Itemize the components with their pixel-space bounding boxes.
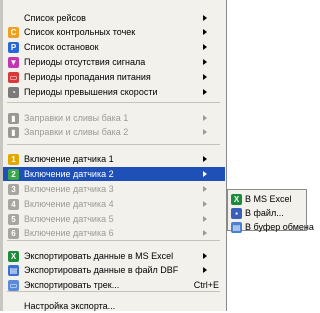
fuel-tank-icon: ▮ xyxy=(8,112,19,124)
menu-item-label: Включение датчика 4 xyxy=(24,199,114,209)
menu-item-10[interactable]: 2 Включение датчика 2 xyxy=(3,167,225,181)
menu-separator xyxy=(7,144,220,145)
menu-item-17[interactable]: ▭ Экспортировать трек... Ctrl+E xyxy=(3,278,225,292)
submenu-arrow-icon xyxy=(203,129,207,135)
menu-item-label: Включение датчика 5 xyxy=(24,214,114,224)
submenu-arrow-icon xyxy=(203,15,207,21)
menu-item-label: Список остановок xyxy=(24,42,99,52)
fuel-tank-icon: ▮ xyxy=(8,126,19,138)
submenu-arrow-icon xyxy=(203,201,207,207)
menu-item-label: Настройка экспорта... xyxy=(24,301,116,311)
p-letter-icon: P xyxy=(8,41,19,53)
sensor-5-icon: 5 xyxy=(8,213,19,225)
menu-item-1[interactable]: Список рейсов xyxy=(3,11,225,25)
submenu-arrow-icon xyxy=(203,44,207,50)
power-icon: ▭ xyxy=(8,71,19,83)
menu-item-8: ▮ Заправки и сливы бака 2 xyxy=(3,125,225,139)
submenu-item-label: В файл... xyxy=(245,208,284,218)
submenu-item-label: В буфер обмена xyxy=(245,222,314,232)
antenna-icon: ▼ xyxy=(8,56,19,68)
export-submenu: XВ MS Excel ▪ В файл... ▤ В буфер обмена xyxy=(227,189,314,234)
menu-item-5[interactable]: ▭ Периоды пропадания питания xyxy=(3,70,225,84)
menu-separator xyxy=(7,240,220,241)
context-menu: Список рейсов C Список контрольных точек P С… xyxy=(0,0,227,311)
c-letter-icon: C xyxy=(8,26,19,38)
dbf-file-icon: ▤ xyxy=(8,264,19,276)
menu-item-no-icon xyxy=(8,13,19,24)
submenu-arrow-icon xyxy=(203,267,207,273)
submenu-arrow-icon xyxy=(203,74,207,80)
menu-item-label: Экспортировать трек... xyxy=(24,280,120,290)
submenu-arrow-icon xyxy=(203,59,207,65)
speedometer-icon: ◔ xyxy=(8,86,19,98)
menu-item-label: Список контрольных точек xyxy=(24,27,136,37)
excel-icon: X xyxy=(8,250,19,262)
menu-item-label: Экспортировать данные в MS Excel xyxy=(24,251,174,261)
menu-item-label: Список рейсов xyxy=(24,13,86,23)
menu-separator xyxy=(7,291,220,292)
shortcut-label: Ctrl+E xyxy=(193,280,219,290)
submenu-arrow-icon xyxy=(203,230,207,236)
submenu-arrow-icon xyxy=(203,216,207,222)
menu-item-label: Периоды превышения скорости xyxy=(24,87,158,97)
menu-item-label: Заправки и сливы бака 2 xyxy=(24,127,129,137)
submenu-item-label: В MS Excel xyxy=(245,194,292,204)
menu-item-label: Экспортировать данные в файл DBF xyxy=(24,265,179,275)
floppy-icon: ▪ xyxy=(231,207,242,219)
submenu-arrow-icon xyxy=(203,253,207,259)
menu-item-6[interactable]: ◔ Периоды превышения скорости xyxy=(3,85,225,99)
submenu-arrow-icon xyxy=(203,156,207,162)
menu-item-label: Включение датчика 3 xyxy=(24,184,114,194)
submenu-arrow-icon xyxy=(203,29,207,35)
menu-item-7: ▮ Заправки и сливы бака 1 xyxy=(3,111,225,125)
submenu-item-3[interactable]: ▤ В буфер обмена xyxy=(229,220,314,234)
menu-item-label: Заправки и сливы бака 1 xyxy=(24,113,129,123)
menu-item-11: 3 Включение датчика 3 xyxy=(3,182,225,196)
submenu-arrow-icon xyxy=(203,171,207,177)
menu-item-9[interactable]: 1 Включение датчика 1 xyxy=(3,152,225,166)
menu-separator xyxy=(7,102,220,103)
menu-item-16[interactable]: ▤ Экспортировать данные в файл DBF xyxy=(3,263,225,277)
menu-item-2[interactable]: C Список контрольных точек xyxy=(3,25,225,39)
menu-item-15[interactable]: X Экспортировать данные в MS Excel xyxy=(3,249,225,263)
excel-icon: X xyxy=(231,193,242,205)
clipboard-icon: ▤ xyxy=(231,221,242,233)
menu-item-label: Периоды пропадания питания xyxy=(24,72,151,82)
menu-item-label: Периоды отсутствия сигнала xyxy=(24,57,146,67)
sensor-3-icon: 3 xyxy=(8,183,19,195)
sensor-6-icon: 6 xyxy=(8,227,19,239)
menu-item-label: Включение датчика 6 xyxy=(24,228,114,238)
menu-item-label: Включение датчика 1 xyxy=(24,154,114,164)
menu-item-3[interactable]: P Список остановок xyxy=(3,40,225,54)
menu-item-4[interactable]: ▼ Периоды отсутствия сигнала xyxy=(3,55,225,69)
sensor-4-icon: 4 xyxy=(8,198,19,210)
submenu-item-2[interactable]: ▪ В файл... xyxy=(229,206,306,220)
menu-item-no-icon xyxy=(8,301,19,312)
track-icon: ▭ xyxy=(8,279,19,291)
menu-item-13: 5 Включение датчика 5 xyxy=(3,212,225,226)
sensor-2-icon: 2 xyxy=(8,168,19,180)
submenu-arrow-icon xyxy=(203,186,207,192)
menu-item-label: Включение датчика 2 xyxy=(24,169,114,179)
submenu-arrow-icon xyxy=(203,115,207,121)
submenu-arrow-icon xyxy=(203,89,207,95)
submenu-item-1[interactable]: XВ MS Excel xyxy=(229,192,306,206)
sensor-1-icon: 1 xyxy=(8,153,19,165)
menu-item-12: 4 Включение датчика 4 xyxy=(3,197,225,211)
menu-item-14: 6 Включение датчика 6 xyxy=(3,226,225,240)
